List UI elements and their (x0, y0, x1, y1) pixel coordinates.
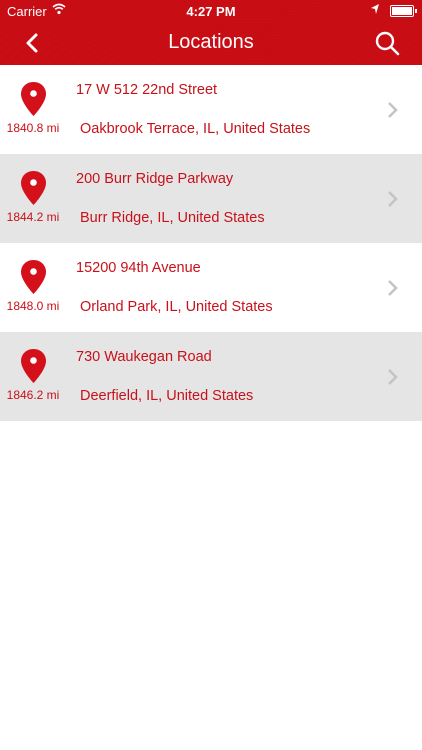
map-pin-icon (20, 81, 47, 117)
city-address: Oakbrook Terrace, IL, United States (80, 121, 311, 137)
battery-icon (390, 5, 417, 17)
location-row[interactable]: 1848.0 mi 15200 94th Avenue Orland Park,… (0, 243, 422, 332)
street-address: 17 W 512 22nd Street (76, 82, 218, 98)
chevron-right-icon (386, 368, 398, 386)
distance-label: 1848.0 mi (6, 299, 60, 313)
street-address: 200 Burr Ridge Parkway (76, 171, 234, 187)
city-address: Orland Park, IL, United States (80, 299, 273, 315)
nav-bar: Locations (0, 22, 422, 65)
map-pin-icon (20, 170, 47, 206)
location-row[interactable]: 1846.2 mi 730 Waukegan Road Deerfield, I… (0, 332, 422, 421)
street-address: 730 Waukegan Road (76, 349, 212, 365)
status-bar: Carrier 4:27 PM (0, 0, 422, 22)
locations-list: 1840.8 mi 17 W 512 22nd Street Oakbrook … (0, 65, 422, 421)
search-icon (375, 31, 400, 56)
chevron-right-icon (386, 101, 398, 119)
chevron-right-icon (386, 190, 398, 208)
map-pin-icon (20, 348, 47, 384)
distance-label: 1844.2 mi (6, 210, 60, 224)
street-address: 15200 94th Avenue (76, 260, 201, 276)
location-arrow-icon (370, 3, 380, 18)
status-time: 4:27 PM (186, 4, 236, 19)
city-address: Deerfield, IL, United States (80, 388, 254, 404)
chevron-right-icon (386, 279, 398, 297)
city-address: Burr Ridge, IL, United States (80, 210, 265, 226)
page-title: Locations (168, 31, 254, 53)
map-pin-icon (20, 259, 47, 295)
distance-label: 1846.2 mi (6, 388, 60, 402)
location-row[interactable]: 1844.2 mi 200 Burr Ridge Parkway Burr Ri… (0, 154, 422, 243)
search-button[interactable] (374, 30, 400, 56)
distance-label: 1840.8 mi (6, 121, 60, 135)
header: Carrier 4:27 PM Locations (0, 0, 422, 65)
location-row[interactable]: 1840.8 mi 17 W 512 22nd Street Oakbrook … (0, 65, 422, 154)
